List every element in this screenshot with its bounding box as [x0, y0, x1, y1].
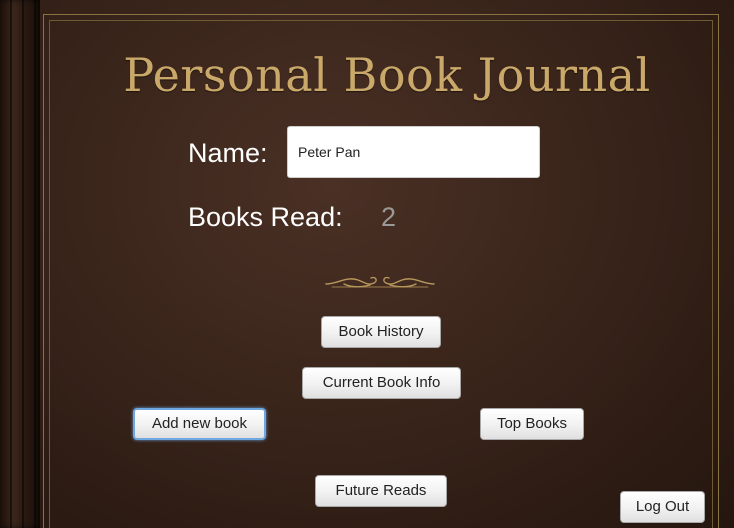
book-cover: Personal Book Journal Name: Books Read: … — [0, 0, 734, 528]
book-spine — [0, 0, 40, 528]
spine-line — [10, 0, 12, 528]
book-history-button[interactable]: Book History — [321, 316, 441, 348]
log-out-button[interactable]: Log Out — [620, 491, 705, 523]
spine-line — [34, 0, 36, 528]
future-reads-button[interactable]: Future Reads — [315, 475, 447, 507]
top-books-button[interactable]: Top Books — [480, 408, 584, 440]
spine-line — [22, 0, 24, 528]
name-field[interactable] — [287, 126, 540, 178]
add-new-book-button[interactable]: Add new book — [133, 408, 266, 440]
current-book-info-button[interactable]: Current Book Info — [302, 367, 461, 399]
page-title: Personal Book Journal — [123, 48, 651, 102]
name-label: Name: — [188, 138, 268, 168]
books-read-label: Books Read: — [188, 202, 343, 232]
flourish-ornament-icon — [325, 276, 435, 288]
books-read-count: 2 — [381, 202, 397, 232]
